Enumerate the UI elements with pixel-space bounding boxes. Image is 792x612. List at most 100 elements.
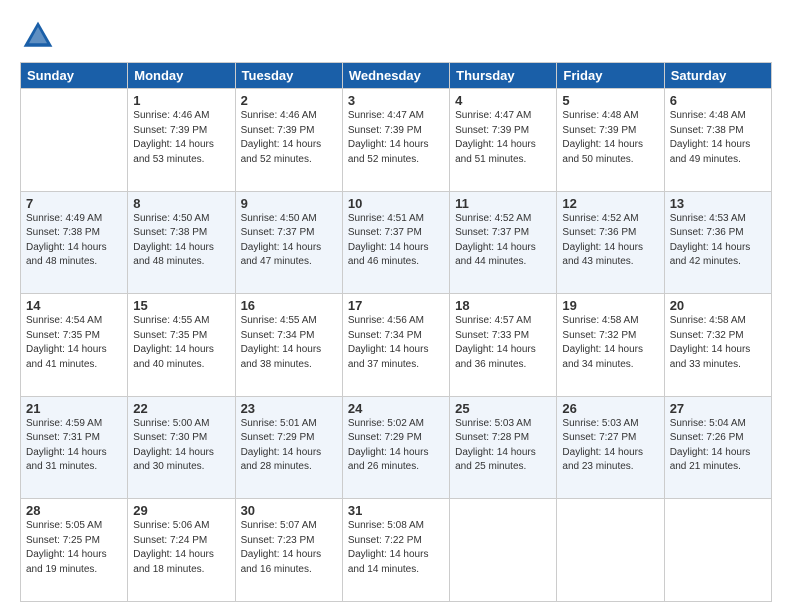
calendar-cell: 26Sunrise: 5:03 AMSunset: 7:27 PMDayligh…: [557, 396, 664, 499]
day-number: 19: [562, 298, 658, 313]
calendar-cell: 9Sunrise: 4:50 AMSunset: 7:37 PMDaylight…: [235, 191, 342, 294]
day-number: 1: [133, 93, 229, 108]
calendar-cell: 28Sunrise: 5:05 AMSunset: 7:25 PMDayligh…: [21, 499, 128, 602]
day-number: 14: [26, 298, 122, 313]
day-info: Sunrise: 4:54 AMSunset: 7:35 PMDaylight:…: [26, 314, 122, 372]
day-info: Sunrise: 4:48 AMSunset: 7:39 PMDaylight:…: [562, 109, 658, 167]
day-info: Sunrise: 4:57 AMSunset: 7:33 PMDaylight:…: [455, 314, 551, 372]
weekday-header-thursday: Thursday: [450, 63, 557, 89]
day-number: 18: [455, 298, 551, 313]
week-row-3: 14Sunrise: 4:54 AMSunset: 7:35 PMDayligh…: [21, 294, 772, 397]
day-number: 2: [241, 93, 337, 108]
logo-icon: [20, 18, 56, 54]
day-number: 21: [26, 401, 122, 416]
week-row-4: 21Sunrise: 4:59 AMSunset: 7:31 PMDayligh…: [21, 396, 772, 499]
day-number: 29: [133, 503, 229, 518]
calendar-cell: 20Sunrise: 4:58 AMSunset: 7:32 PMDayligh…: [664, 294, 771, 397]
day-info: Sunrise: 4:48 AMSunset: 7:38 PMDaylight:…: [670, 109, 766, 167]
calendar-cell: 10Sunrise: 4:51 AMSunset: 7:37 PMDayligh…: [342, 191, 449, 294]
day-number: 9: [241, 196, 337, 211]
day-info: Sunrise: 5:03 AMSunset: 7:27 PMDaylight:…: [562, 417, 658, 475]
day-number: 5: [562, 93, 658, 108]
day-info: Sunrise: 4:53 AMSunset: 7:36 PMDaylight:…: [670, 212, 766, 270]
day-info: Sunrise: 4:46 AMSunset: 7:39 PMDaylight:…: [133, 109, 229, 167]
calendar-cell: 1Sunrise: 4:46 AMSunset: 7:39 PMDaylight…: [128, 89, 235, 192]
week-row-1: 1Sunrise: 4:46 AMSunset: 7:39 PMDaylight…: [21, 89, 772, 192]
calendar-cell: 30Sunrise: 5:07 AMSunset: 7:23 PMDayligh…: [235, 499, 342, 602]
calendar-cell: 7Sunrise: 4:49 AMSunset: 7:38 PMDaylight…: [21, 191, 128, 294]
day-number: 16: [241, 298, 337, 313]
day-info: Sunrise: 4:55 AMSunset: 7:34 PMDaylight:…: [241, 314, 337, 372]
day-info: Sunrise: 5:06 AMSunset: 7:24 PMDaylight:…: [133, 519, 229, 577]
day-number: 24: [348, 401, 444, 416]
weekday-header-sunday: Sunday: [21, 63, 128, 89]
calendar-cell: 11Sunrise: 4:52 AMSunset: 7:37 PMDayligh…: [450, 191, 557, 294]
day-number: 10: [348, 196, 444, 211]
day-info: Sunrise: 5:07 AMSunset: 7:23 PMDaylight:…: [241, 519, 337, 577]
day-number: 22: [133, 401, 229, 416]
day-info: Sunrise: 4:47 AMSunset: 7:39 PMDaylight:…: [348, 109, 444, 167]
day-info: Sunrise: 4:52 AMSunset: 7:37 PMDaylight:…: [455, 212, 551, 270]
weekday-header-tuesday: Tuesday: [235, 63, 342, 89]
weekday-header-monday: Monday: [128, 63, 235, 89]
day-info: Sunrise: 4:58 AMSunset: 7:32 PMDaylight:…: [562, 314, 658, 372]
calendar-cell: 18Sunrise: 4:57 AMSunset: 7:33 PMDayligh…: [450, 294, 557, 397]
calendar-cell: 4Sunrise: 4:47 AMSunset: 7:39 PMDaylight…: [450, 89, 557, 192]
calendar-cell: 15Sunrise: 4:55 AMSunset: 7:35 PMDayligh…: [128, 294, 235, 397]
calendar-cell: 29Sunrise: 5:06 AMSunset: 7:24 PMDayligh…: [128, 499, 235, 602]
calendar-cell: 12Sunrise: 4:52 AMSunset: 7:36 PMDayligh…: [557, 191, 664, 294]
calendar-cell: 31Sunrise: 5:08 AMSunset: 7:22 PMDayligh…: [342, 499, 449, 602]
day-info: Sunrise: 4:51 AMSunset: 7:37 PMDaylight:…: [348, 212, 444, 270]
day-info: Sunrise: 4:50 AMSunset: 7:38 PMDaylight:…: [133, 212, 229, 270]
day-info: Sunrise: 4:58 AMSunset: 7:32 PMDaylight:…: [670, 314, 766, 372]
day-number: 13: [670, 196, 766, 211]
calendar-cell: 16Sunrise: 4:55 AMSunset: 7:34 PMDayligh…: [235, 294, 342, 397]
day-number: 4: [455, 93, 551, 108]
weekday-header-saturday: Saturday: [664, 63, 771, 89]
calendar: SundayMondayTuesdayWednesdayThursdayFrid…: [20, 62, 772, 602]
day-number: 31: [348, 503, 444, 518]
day-number: 6: [670, 93, 766, 108]
day-number: 28: [26, 503, 122, 518]
calendar-cell: 19Sunrise: 4:58 AMSunset: 7:32 PMDayligh…: [557, 294, 664, 397]
logo: [20, 18, 62, 54]
calendar-cell: 21Sunrise: 4:59 AMSunset: 7:31 PMDayligh…: [21, 396, 128, 499]
calendar-cell: 24Sunrise: 5:02 AMSunset: 7:29 PMDayligh…: [342, 396, 449, 499]
day-info: Sunrise: 5:00 AMSunset: 7:30 PMDaylight:…: [133, 417, 229, 475]
calendar-cell: 13Sunrise: 4:53 AMSunset: 7:36 PMDayligh…: [664, 191, 771, 294]
day-info: Sunrise: 4:50 AMSunset: 7:37 PMDaylight:…: [241, 212, 337, 270]
day-number: 3: [348, 93, 444, 108]
calendar-cell: [557, 499, 664, 602]
day-number: 23: [241, 401, 337, 416]
day-number: 20: [670, 298, 766, 313]
week-row-5: 28Sunrise: 5:05 AMSunset: 7:25 PMDayligh…: [21, 499, 772, 602]
day-info: Sunrise: 4:49 AMSunset: 7:38 PMDaylight:…: [26, 212, 122, 270]
day-number: 8: [133, 196, 229, 211]
day-info: Sunrise: 4:55 AMSunset: 7:35 PMDaylight:…: [133, 314, 229, 372]
day-info: Sunrise: 4:52 AMSunset: 7:36 PMDaylight:…: [562, 212, 658, 270]
day-info: Sunrise: 5:04 AMSunset: 7:26 PMDaylight:…: [670, 417, 766, 475]
calendar-cell: 25Sunrise: 5:03 AMSunset: 7:28 PMDayligh…: [450, 396, 557, 499]
weekday-header-wednesday: Wednesday: [342, 63, 449, 89]
day-number: 15: [133, 298, 229, 313]
day-number: 25: [455, 401, 551, 416]
day-info: Sunrise: 5:02 AMSunset: 7:29 PMDaylight:…: [348, 417, 444, 475]
calendar-cell: 5Sunrise: 4:48 AMSunset: 7:39 PMDaylight…: [557, 89, 664, 192]
day-info: Sunrise: 4:59 AMSunset: 7:31 PMDaylight:…: [26, 417, 122, 475]
calendar-cell: [450, 499, 557, 602]
calendar-cell: 23Sunrise: 5:01 AMSunset: 7:29 PMDayligh…: [235, 396, 342, 499]
week-row-2: 7Sunrise: 4:49 AMSunset: 7:38 PMDaylight…: [21, 191, 772, 294]
calendar-cell: 2Sunrise: 4:46 AMSunset: 7:39 PMDaylight…: [235, 89, 342, 192]
weekday-header-friday: Friday: [557, 63, 664, 89]
day-info: Sunrise: 5:05 AMSunset: 7:25 PMDaylight:…: [26, 519, 122, 577]
day-info: Sunrise: 5:01 AMSunset: 7:29 PMDaylight:…: [241, 417, 337, 475]
calendar-cell: 14Sunrise: 4:54 AMSunset: 7:35 PMDayligh…: [21, 294, 128, 397]
day-number: 17: [348, 298, 444, 313]
day-number: 26: [562, 401, 658, 416]
calendar-cell: 22Sunrise: 5:00 AMSunset: 7:30 PMDayligh…: [128, 396, 235, 499]
weekday-header-row: SundayMondayTuesdayWednesdayThursdayFrid…: [21, 63, 772, 89]
calendar-cell: [21, 89, 128, 192]
day-info: Sunrise: 4:47 AMSunset: 7:39 PMDaylight:…: [455, 109, 551, 167]
day-info: Sunrise: 5:03 AMSunset: 7:28 PMDaylight:…: [455, 417, 551, 475]
day-number: 11: [455, 196, 551, 211]
